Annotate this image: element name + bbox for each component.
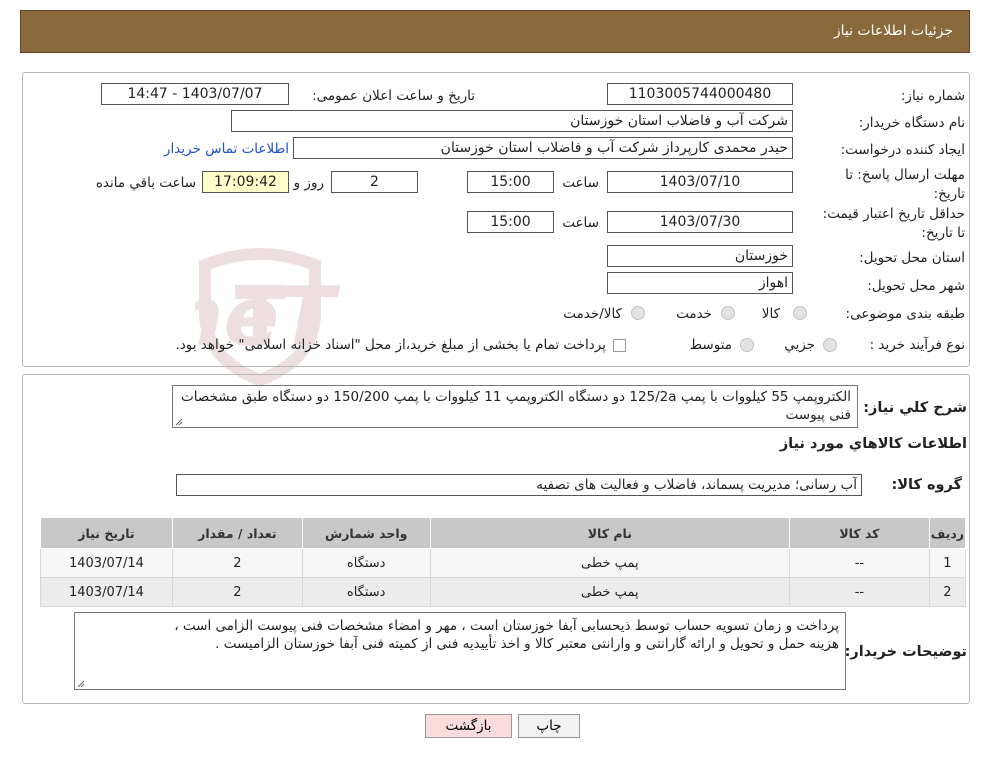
category-service-radio[interactable] [721, 306, 735, 320]
cell-item-name: پمپ خطی [429, 548, 791, 578]
days-remaining-field: 2 [331, 171, 418, 193]
table-header-row: رديف کد کالا نام کالا واحد شمارش تعداد /… [40, 517, 967, 549]
treasury-payment-checkbox[interactable] [613, 339, 626, 352]
announce-datetime-label: تاریخ و ساعت اعلان عمومی: [312, 88, 475, 104]
description-textarea: الکتروپمپ 55 کیلووات با پمپ 125/2a دو دس… [172, 385, 858, 428]
cell-unit: دستگاه [301, 577, 431, 607]
announce-datetime-field: 1403/07/07 - 14:47 [101, 83, 289, 105]
city-label: شهر محل تحویل: [867, 278, 965, 294]
goods-group-label: گروه کالا: [891, 477, 962, 493]
col-item-name: نام کالا [429, 517, 791, 549]
category-label: طبقه بندی موضوعی: [845, 306, 965, 322]
col-row-number: رديف [928, 517, 967, 549]
days-suffix-label: روز و [293, 175, 324, 191]
table-row: 2 -- پمپ خطی دستگاه 2 1403/07/14 [40, 577, 967, 607]
category-goods-label: کالا [761, 306, 780, 322]
page-header: جزئیات اطلاعات نیاز [20, 10, 970, 53]
print-button[interactable]: چاپ [518, 714, 580, 738]
goods-group-field: آب رسانی؛ مدیریت پسماند، فاضلاب و فعالیت… [176, 474, 862, 496]
city-field: اهواز [607, 272, 793, 294]
buyer-notes-line-1: پرداخت و زمان تسویه حساب توسط ذیحسابی آب… [174, 618, 839, 634]
items-table: رديف کد کالا نام کالا واحد شمارش تعداد /… [40, 517, 967, 607]
description-label: شرح کلي نياز: [863, 400, 967, 416]
province-label: استان محل تحویل: [859, 250, 965, 266]
process-medium-radio[interactable] [740, 338, 754, 352]
cell-need-date: 1403/07/14 [40, 577, 173, 607]
col-need-date: تاريخ نياز [40, 517, 173, 549]
treasury-payment-note: پرداخت تمام یا بخشی از مبلغ خرید،از محل … [175, 337, 606, 353]
buyer-notes-line-2: هزینه حمل و تحویل و ارائه گارانتی و وارا… [215, 636, 839, 652]
province-field: خوزستان [607, 245, 793, 267]
cell-need-date: 1403/07/14 [40, 548, 173, 578]
validity-time-field: 15:00 [467, 211, 554, 233]
col-item-code: کد کالا [789, 517, 930, 549]
cell-row-number: 2 [928, 577, 967, 607]
category-goods-radio[interactable] [793, 306, 807, 320]
validity-label: حداقل تاریخ اعتبار قیمت: تا تاریخ: [822, 206, 965, 241]
remaining-time-label: ساعت باقي مانده [95, 175, 196, 191]
validity-date-field: 1403/07/30 [607, 211, 793, 233]
category-goods-service-label: کالا/خدمت [563, 306, 622, 322]
page-title: جزئیات اطلاعات نیاز [833, 23, 953, 39]
deadline-label: مهلت ارسال پاسخ: تا تاریخ: [845, 167, 965, 202]
resize-grip-icon[interactable] [77, 680, 85, 688]
deadline-time-label: ساعت [562, 175, 599, 191]
process-medium-label: متوسط [689, 337, 732, 353]
process-minor-radio[interactable] [823, 338, 837, 352]
process-minor-label: جزیي [784, 337, 815, 353]
goods-info-title: اطلاعات کالاهاي مورد نياز [779, 436, 967, 452]
need-number-field: 1103005744000480 [607, 83, 793, 105]
cell-unit: دستگاه [301, 548, 431, 578]
category-goods-service-radio[interactable] [631, 306, 645, 320]
buyer-org-label: نام دستگاه خریدار: [858, 115, 965, 131]
back-button[interactable]: بازگشت [425, 714, 512, 738]
need-number-label: شماره نیاز: [900, 88, 965, 104]
deadline-date-field: 1403/07/10 [607, 171, 793, 193]
cell-row-number: 1 [928, 548, 967, 578]
cell-item-name: پمپ خطی [429, 577, 791, 607]
process-type-label: نوع فرآیند خرید : [869, 337, 965, 353]
validity-time-label: ساعت [562, 215, 599, 231]
buyer-notes-label: توضيحات خريدار: [844, 644, 967, 660]
buyer-contact-link[interactable]: اطلاعات تماس خریدار [164, 141, 289, 157]
buyer-notes-textarea: پرداخت و زمان تسویه حساب توسط ذیحسابی آب… [74, 612, 846, 690]
cell-item-code: -- [789, 577, 930, 607]
deadline-time-field: 15:00 [467, 171, 554, 193]
cell-item-code: -- [789, 548, 930, 578]
buyer-org-field: شرکت آب و فاضلاب استان خوزستان [231, 110, 793, 132]
creator-field: حیدر محمدی کارپرداز شرکت آب و فاضلاب است… [293, 137, 793, 159]
resize-grip-icon[interactable] [175, 418, 183, 426]
category-service-label: خدمت [676, 306, 712, 322]
remaining-time-field: 17:09:42 [202, 171, 289, 193]
table-row: 1 -- پمپ خطی دستگاه 2 1403/07/14 [40, 548, 967, 578]
cell-quantity: 2 [171, 548, 303, 578]
creator-label: ایجاد کننده درخواست: [840, 142, 965, 158]
description-text: الکتروپمپ 55 کیلووات با پمپ 125/2a دو دس… [181, 389, 851, 423]
cell-quantity: 2 [171, 577, 303, 607]
col-unit: واحد شمارش [301, 517, 431, 549]
col-quantity: تعداد / مقدار [171, 517, 303, 549]
